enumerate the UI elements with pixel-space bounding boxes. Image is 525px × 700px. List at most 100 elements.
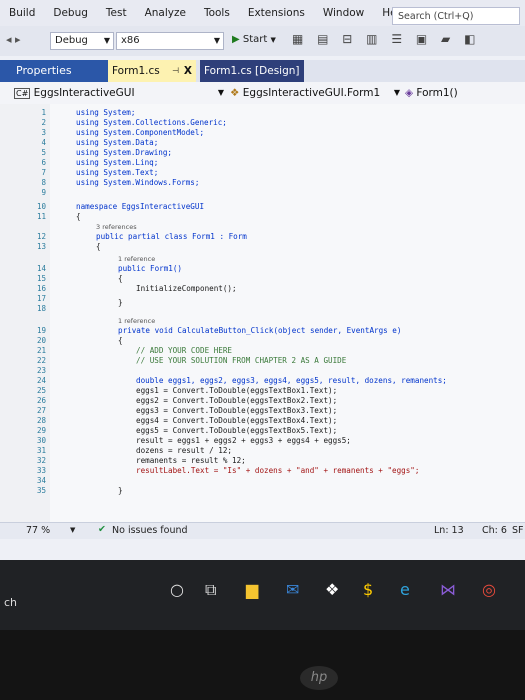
codelens-references[interactable]: 1 reference — [118, 317, 155, 325]
cortana-icon[interactable]: ○ — [170, 580, 184, 599]
edge-icon[interactable]: e — [400, 580, 410, 599]
code-line: remanents = result % 12; — [136, 456, 246, 465]
line-number: 15 — [36, 274, 46, 283]
line-number: 12 — [36, 232, 46, 241]
line-number: 16 — [36, 284, 46, 293]
start-button[interactable]: ▶ Start ▼ — [232, 34, 276, 45]
toolbar-icons[interactable]: ▦ ▤ ⊟ ▥ ☰ ▣ ▰ ◧ — [292, 32, 480, 46]
code-line: double eggs1, eggs2, eggs3, eggs4, eggs5… — [136, 376, 447, 385]
line-number: 25 — [36, 386, 46, 395]
menu-window[interactable]: Window — [314, 7, 373, 19]
menu-extensions[interactable]: Extensions — [239, 7, 314, 19]
line-number-gutter: 1 2 3 4 5 6 7 8 9 10 11 12 13 14 15 16 1… — [0, 104, 50, 522]
code-line: dozens = result / 12; — [136, 446, 233, 455]
code-line: using System.Text; — [76, 168, 159, 177]
code-line: eggs5 = Convert.ToDouble(eggsTextBox5.Te… — [136, 426, 338, 435]
line-number: 9 — [41, 188, 46, 197]
line-number: 28 — [36, 416, 46, 425]
line-number: 21 — [36, 346, 46, 355]
class-icon: ❖ — [230, 87, 240, 99]
code-line: InitializeComponent(); — [136, 284, 237, 293]
code-line: { — [76, 212, 81, 221]
vs-window: Build Debug Test Analyze Tools Extension… — [0, 0, 525, 560]
codelens-references[interactable]: 3 references — [96, 223, 137, 231]
line-number: 30 — [36, 436, 46, 445]
config-dropdown[interactable]: Debug ▼ — [50, 32, 114, 50]
code-line: { — [96, 242, 101, 251]
chevron-down-icon: ▼ — [270, 36, 276, 44]
code-line: using System.Collections.Generic; — [76, 118, 227, 127]
line-number: 14 — [36, 264, 46, 273]
line-number: 4 — [41, 138, 46, 147]
issues-status[interactable]: No issues found — [112, 525, 188, 536]
menu-tools[interactable]: Tools — [195, 7, 239, 19]
platform-value: x86 — [121, 35, 140, 46]
task-view-icon[interactable]: ⧉ — [205, 580, 216, 600]
line-number: 26 — [36, 396, 46, 405]
line-number: 17 — [36, 294, 46, 303]
menu-debug[interactable]: Debug — [44, 7, 97, 19]
line-number: 35 — [36, 486, 46, 495]
line-number: 23 — [36, 366, 46, 375]
dropbox-icon[interactable]: ❖ — [325, 580, 339, 599]
code-line: } — [118, 486, 123, 495]
member-dropdown[interactable]: ◈ Form1() — [405, 84, 525, 102]
line-number: 7 — [41, 168, 46, 177]
menu-test[interactable]: Test — [97, 7, 136, 19]
platform-dropdown[interactable]: x86 ▼ — [116, 32, 224, 50]
line-number: 6 — [41, 158, 46, 167]
line-number: 3 — [41, 128, 46, 137]
method-icon: ◈ — [405, 87, 414, 99]
mail-icon[interactable]: ✉ — [286, 580, 299, 599]
chevron-down-icon: ▼ — [103, 36, 110, 45]
play-icon: ▶ — [232, 34, 240, 45]
member-name: Form1() — [416, 87, 458, 99]
document-tabs: Form1.cs ⊣ X Form1.cs [Design] — [108, 60, 525, 82]
code-line: using System.Drawing; — [76, 148, 173, 157]
line-number: 24 — [36, 376, 46, 385]
line-number: 29 — [36, 426, 46, 435]
status-extra: SF — [512, 525, 524, 536]
line-number: 34 — [36, 476, 46, 485]
code-line: eggs3 = Convert.ToDouble(eggsTextBox3.Te… — [136, 406, 338, 415]
class-dropdown[interactable]: ❖ EggsInteractiveGUI.Form1 ▼ — [230, 84, 400, 102]
line-number: 8 — [41, 178, 46, 187]
code-line: using System; — [76, 108, 136, 117]
taskbar-search-text[interactable]: ch — [4, 596, 17, 609]
class-name: EggsInteractiveGUI.Form1 — [242, 87, 381, 99]
file-explorer-icon[interactable]: ▆ — [246, 580, 258, 599]
line-number: 1 — [41, 108, 46, 117]
pin-icon[interactable]: ⊣ — [172, 60, 179, 82]
chevron-down-icon[interactable]: ▼ — [70, 526, 75, 534]
tab-form1-design[interactable]: Form1.cs [Design] — [200, 60, 304, 82]
csharp-project-icon: C# — [14, 88, 31, 99]
zoom-level[interactable]: 77 % — [26, 525, 50, 536]
laptop-bezel — [0, 630, 525, 700]
project-dropdown[interactable]: C# EggsInteractiveGUI ▼ — [14, 84, 224, 102]
menu-build[interactable]: Build — [0, 7, 44, 19]
line-number: 10 — [36, 202, 46, 211]
chrome-icon[interactable]: ◎ — [482, 580, 496, 599]
code-line: using System.ComponentModel; — [76, 128, 205, 137]
code-editor[interactable]: 1 2 3 4 5 6 7 8 9 10 11 12 13 14 15 16 1… — [0, 104, 525, 522]
visual-studio-icon[interactable]: ⋈ — [440, 580, 456, 599]
tab-form1-cs[interactable]: Form1.cs ⊣ X — [108, 60, 196, 82]
code-line: { — [118, 336, 123, 345]
nav-back-icon[interactable]: ◂ ▸ — [6, 33, 21, 46]
start-label: Start — [242, 34, 268, 45]
codelens-references[interactable]: 1 reference — [118, 255, 155, 263]
line-number: 20 — [36, 336, 46, 345]
search-input[interactable]: Search (Ctrl+Q) — [392, 7, 520, 25]
line-number: 31 — [36, 446, 46, 455]
column-indicator: Ch: 6 — [482, 525, 507, 536]
line-indicator: Ln: 13 — [434, 525, 464, 536]
close-icon[interactable]: X — [184, 60, 192, 82]
line-number: 11 — [36, 212, 46, 221]
menu-analyze[interactable]: Analyze — [136, 7, 195, 19]
line-number: 27 — [36, 406, 46, 415]
config-value: Debug — [55, 35, 88, 46]
chevron-down-icon: ▼ — [217, 88, 224, 97]
code-line: using System.Windows.Forms; — [76, 178, 200, 187]
dollar-icon[interactable]: $ — [363, 580, 373, 599]
properties-panel-tab[interactable]: Properties — [0, 60, 108, 82]
